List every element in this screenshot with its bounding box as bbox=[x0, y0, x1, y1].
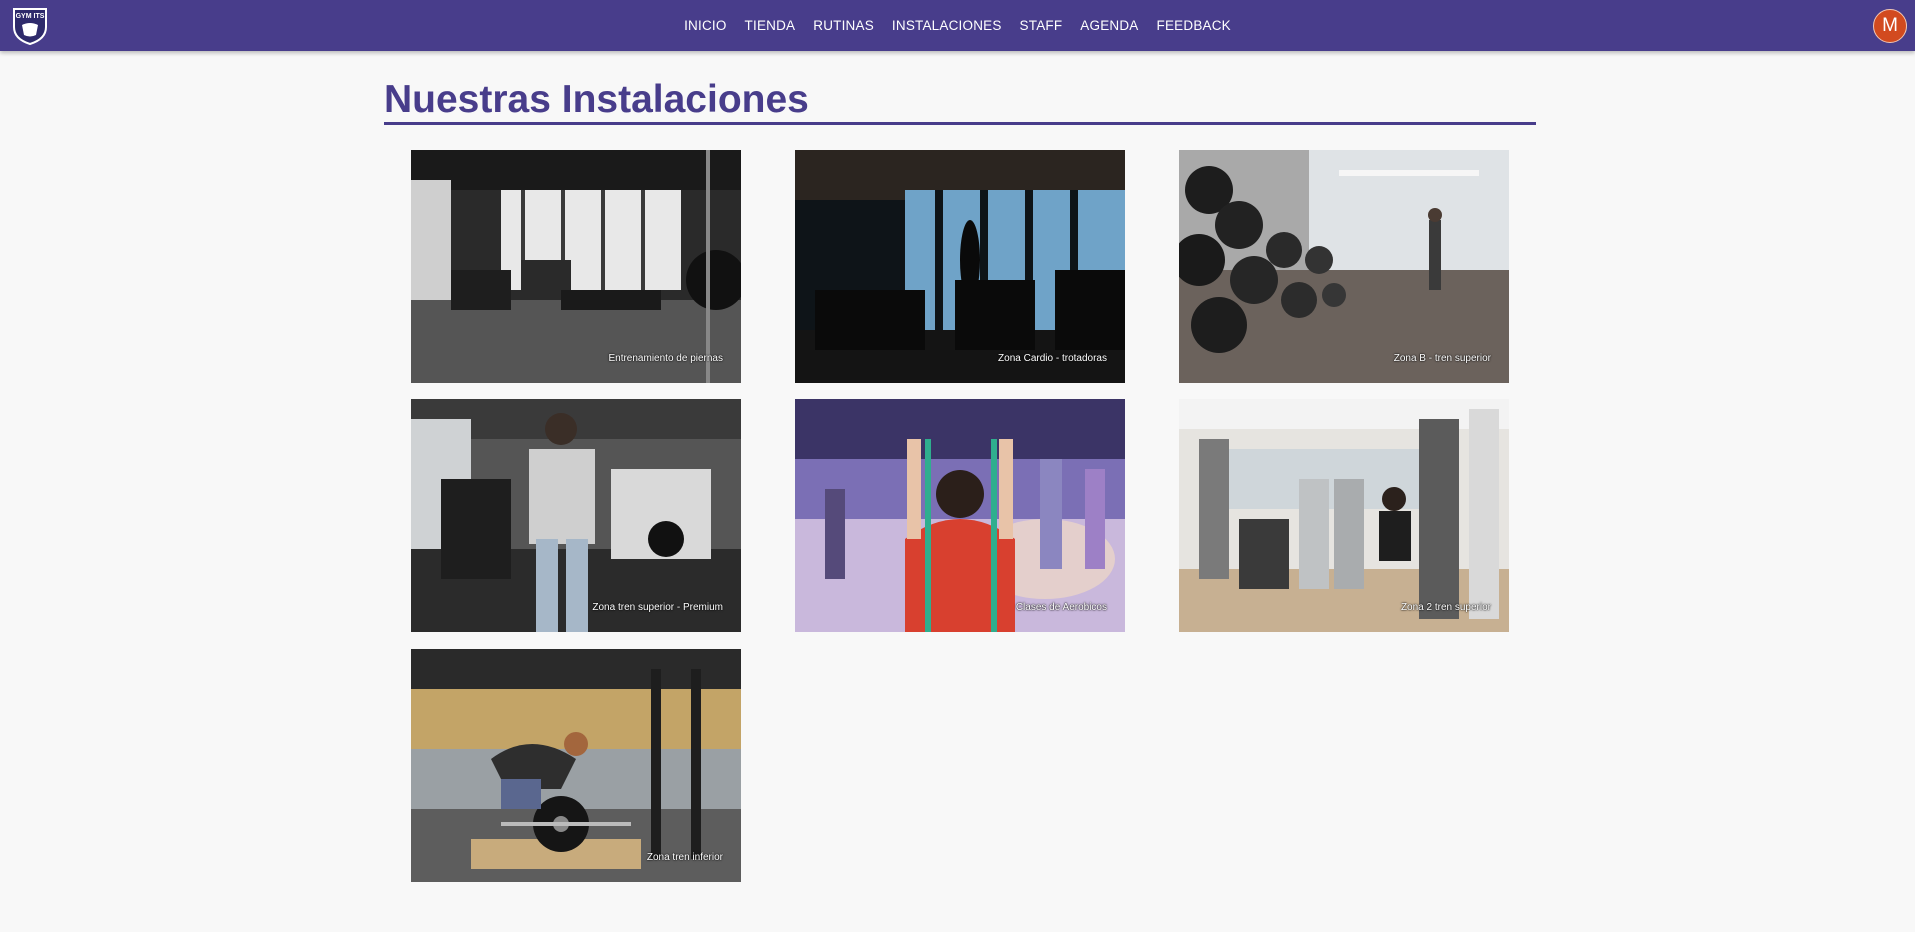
user-avatar[interactable]: M bbox=[1873, 9, 1907, 43]
facility-photo bbox=[1179, 150, 1509, 383]
facility-card[interactable]: Zona Cardio - trotadoras bbox=[795, 150, 1125, 383]
nav-link-rutinas[interactable]: RUTINAS bbox=[813, 18, 874, 33]
facility-caption: Zona 2 tren superior bbox=[1400, 602, 1491, 613]
nav-link-agenda[interactable]: AGENDA bbox=[1080, 18, 1138, 33]
facility-card[interactable]: Zona tren inferior bbox=[411, 649, 741, 882]
top-navbar: GYM ITS INICIO TIENDA RUTINAS INSTALACIO… bbox=[0, 0, 1915, 51]
nav-link-inicio[interactable]: INICIO bbox=[684, 18, 726, 33]
facility-caption: Zona tren inferior bbox=[646, 852, 723, 863]
facility-photo bbox=[795, 150, 1125, 383]
facility-photo bbox=[411, 399, 741, 632]
facility-photo bbox=[795, 399, 1125, 632]
facility-card[interactable]: Zona 2 tren superior bbox=[1179, 399, 1509, 632]
facility-card[interactable]: Entrenamiento de piernas bbox=[411, 150, 741, 383]
facility-caption: Zona Cardio - trotadoras bbox=[998, 353, 1107, 364]
facility-photo bbox=[411, 150, 741, 383]
title-divider bbox=[384, 122, 1536, 125]
nav-link-staff[interactable]: STAFF bbox=[1020, 18, 1063, 33]
facility-card[interactable]: Zona B - tren superior bbox=[1179, 150, 1509, 383]
facility-caption: Zona B - tren superior bbox=[1393, 353, 1491, 364]
facility-caption: Entrenamiento de piernas bbox=[608, 353, 723, 364]
nav-link-instalaciones[interactable]: INSTALACIONES bbox=[892, 18, 1002, 33]
main-navigation: INICIO TIENDA RUTINAS INSTALACIONES STAF… bbox=[0, 0, 1915, 51]
nav-link-feedback[interactable]: FEEDBACK bbox=[1157, 18, 1231, 33]
page-title: Nuestras Instalaciones bbox=[384, 78, 809, 121]
facility-caption: Zona tren superior - Premium bbox=[592, 602, 723, 613]
nav-link-tienda[interactable]: TIENDA bbox=[745, 18, 796, 33]
facility-card[interactable]: Zona tren superior - Premium bbox=[411, 399, 741, 632]
facility-photo bbox=[411, 649, 741, 882]
facility-card[interactable]: Clases de Aerobicos bbox=[795, 399, 1125, 632]
facility-caption: Clases de Aerobicos bbox=[1015, 602, 1107, 613]
facility-photo bbox=[1179, 399, 1509, 632]
